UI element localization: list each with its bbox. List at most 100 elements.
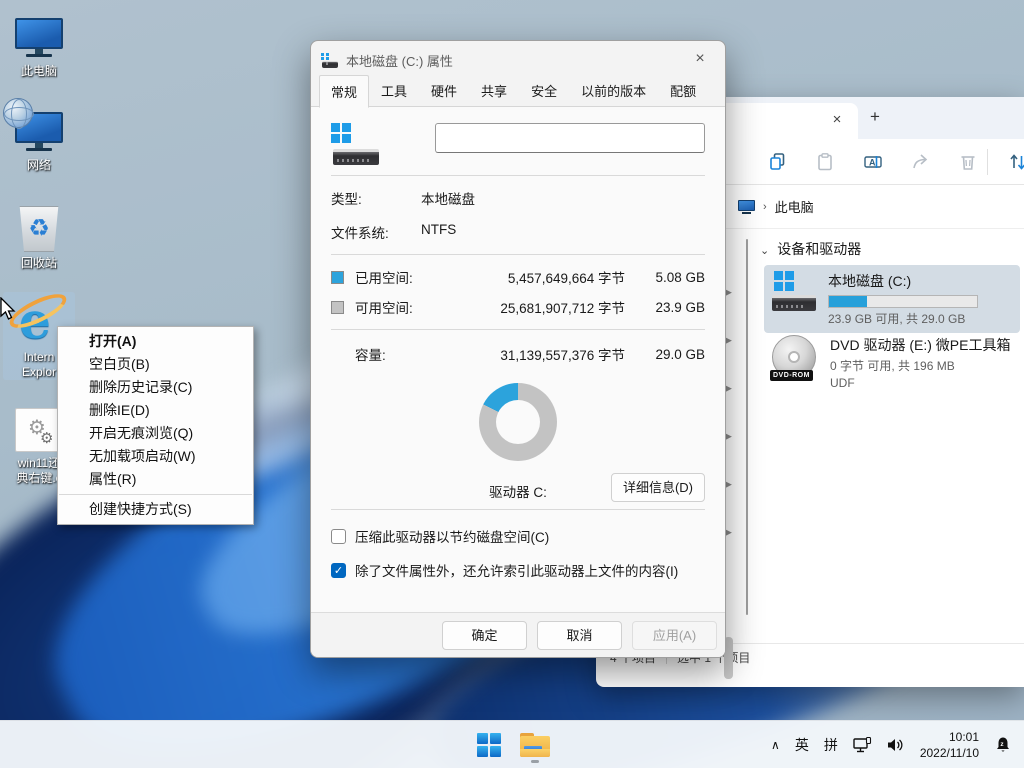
new-tab-button[interactable]: + — [864, 107, 886, 129]
desktop-icon-network[interactable]: 网络 — [3, 104, 75, 173]
general-tab-page: 类型: 本地磁盘 文件系统: NTFS 已用空间: 5,457,649,664 … — [311, 106, 725, 612]
menu-item-blank-page[interactable]: 空白页(B) — [58, 353, 253, 376]
explorer-tab[interactable]: × — [708, 103, 858, 139]
rename-icon[interactable]: A — [863, 152, 883, 172]
index-checkbox-row[interactable]: ✓ 除了文件属性外，还允许索引此驱动器上文件的内容(I) — [311, 554, 725, 586]
running-indicator — [531, 760, 539, 763]
tab-hardware[interactable]: 硬件 — [419, 75, 469, 107]
menu-item-open[interactable]: 打开(A) — [58, 330, 253, 353]
windows-logo-icon — [477, 733, 501, 757]
dialog-tab-strip: 常规 工具 硬件 共享 安全 以前的版本 配额 — [311, 79, 725, 107]
desktop-icon-recycle-bin[interactable]: ♻ 回收站 — [3, 202, 75, 271]
drive-usage-fill — [829, 296, 867, 307]
sort-icon[interactable] — [1008, 152, 1024, 172]
drive-name: 本地磁盘 (C:) — [828, 271, 978, 291]
tree-expand-icon[interactable]: ▶ — [725, 335, 732, 346]
tab-security[interactable]: 安全 — [519, 75, 569, 107]
menu-item-properties[interactable]: 属性(R) — [58, 468, 253, 491]
menu-item-no-addons[interactable]: 无加载项启动(W) — [58, 445, 253, 468]
filesystem-value: NTFS — [421, 222, 456, 242]
mouse-cursor — [0, 297, 20, 321]
menu-item-create-shortcut[interactable]: 创建快捷方式(S) — [58, 498, 253, 521]
volume-icon[interactable] — [887, 737, 905, 753]
capacity-label: 容量: — [355, 344, 455, 364]
desktop-icon-label: 此电脑 — [3, 64, 75, 79]
volume-label-input[interactable] — [435, 123, 705, 153]
drive-name: DVD 驱动器 (E:) 微PE工具箱 — [830, 335, 1010, 355]
share-icon[interactable] — [910, 152, 930, 172]
drive-caption: 0 字节 可用, 共 196 MB — [830, 357, 1010, 374]
tree-expand-icon[interactable]: ▶ — [725, 479, 732, 490]
tab-sharing[interactable]: 共享 — [469, 75, 519, 107]
this-pc-icon — [15, 18, 63, 60]
taskbar: ∧ 英 拼 10:01 2022/11/10 z — [0, 720, 1024, 768]
this-pc-icon — [738, 200, 755, 214]
dialog-title-bar[interactable]: 本地磁盘 (C:) 属性 × — [311, 41, 725, 79]
capacity-size: 29.0 GB — [639, 347, 705, 362]
menu-item-delete-history[interactable]: 删除历史记录(C) — [58, 376, 253, 399]
copy-icon[interactable] — [768, 152, 788, 172]
tab-close-icon[interactable]: × — [828, 111, 846, 129]
taskbar-file-explorer-button[interactable] — [515, 725, 555, 765]
compress-checkbox-row[interactable]: 压缩此驱动器以节约磁盘空间(C) — [311, 520, 725, 552]
tab-quota[interactable]: 配额 — [658, 75, 708, 107]
drive-large-icon — [331, 123, 379, 165]
type-label: 类型: — [331, 188, 421, 208]
tray-clock[interactable]: 10:01 2022/11/10 — [920, 729, 979, 761]
local-disk-icon — [772, 271, 816, 311]
divider — [331, 509, 705, 510]
tray-overflow-chevron-icon[interactable]: ∧ — [771, 738, 780, 752]
tab-general[interactable]: 常规 — [319, 75, 369, 108]
collapse-chevron-icon[interactable]: ⌄ — [760, 245, 769, 257]
dvd-drive-icon: DVD-ROM — [772, 335, 818, 381]
nav-pane-scrollbar[interactable] — [746, 239, 748, 615]
free-space-size: 23.9 GB — [639, 300, 705, 315]
dialog-checkbox[interactable]: ✓ — [331, 563, 346, 578]
ime-language-button[interactable]: 英 — [795, 735, 809, 755]
tree-expand-icon[interactable]: ▶ — [725, 287, 732, 298]
network-icon — [15, 112, 63, 154]
apply-button[interactable]: 应用(A) — [632, 621, 717, 650]
drive-mini-icon — [321, 53, 338, 68]
menu-item-inprivate[interactable]: 开启无痕浏览(Q) — [58, 422, 253, 445]
notification-bell-icon[interactable]: z — [994, 736, 1012, 754]
capacity-bytes: 31,139,557,376 字节 — [455, 344, 639, 364]
delete-icon[interactable] — [958, 152, 978, 172]
tree-expand-icon[interactable]: ▶ — [725, 383, 732, 394]
used-space-bytes: 5,457,649,664 字节 — [455, 267, 639, 287]
cancel-button[interactable]: 取消 — [537, 621, 622, 650]
drive-item-dvd[interactable]: DVD-ROM DVD 驱动器 (E:) 微PE工具箱 0 字节 可用, 共 1… — [764, 329, 1018, 396]
free-space-swatch — [331, 301, 344, 314]
desktop-icon-this-pc[interactable]: 此电脑 — [3, 10, 75, 79]
network-icon[interactable] — [853, 737, 872, 754]
drive-caption: 23.9 GB 可用, 共 29.0 GB — [828, 310, 978, 327]
desktop-icon-label: 回收站 — [3, 256, 75, 271]
dialog-close-icon[interactable]: × — [685, 47, 715, 73]
menu-separator — [59, 494, 252, 495]
used-space-size: 5.08 GB — [639, 270, 705, 285]
clock-time: 10:01 — [920, 729, 979, 745]
ime-mode-button[interactable]: 拼 — [824, 735, 838, 755]
tree-expand-icon[interactable]: ▶ — [725, 431, 732, 442]
ok-button[interactable]: 确定 — [442, 621, 527, 650]
menu-item-delete-ie[interactable]: 删除IE(D) — [58, 399, 253, 422]
group-header-devices[interactable]: ⌄设备和驱动器 — [760, 239, 861, 259]
dvd-rom-badge: DVD-ROM — [770, 370, 813, 381]
dialog-checkbox[interactable] — [331, 529, 346, 544]
type-value: 本地磁盘 — [421, 188, 475, 208]
drive-item-c[interactable]: 本地磁盘 (C:) 23.9 GB 可用, 共 29.0 GB — [764, 265, 1020, 333]
dialog-footer: 确定 取消 应用(A) — [311, 612, 725, 658]
breadcrumb[interactable]: 此电脑 — [775, 197, 814, 216]
free-space-bytes: 25,681,907,712 字节 — [455, 297, 639, 317]
drive-usage-bar — [828, 295, 978, 308]
paste-icon[interactable] — [815, 152, 835, 172]
tree-expand-icon[interactable]: ▶ — [725, 527, 732, 538]
details-button[interactable]: 详细信息(D) — [611, 473, 705, 502]
tab-tools[interactable]: 工具 — [369, 75, 419, 107]
tab-previous-versions[interactable]: 以前的版本 — [569, 75, 658, 107]
ie-context-menu: 打开(A) 空白页(B) 删除历史记录(C) 删除IE(D) 开启无痕浏览(Q)… — [57, 326, 254, 525]
properties-dialog: 本地磁盘 (C:) 属性 × 常规 工具 硬件 共享 安全 以前的版本 配额 类… — [310, 40, 726, 658]
start-button[interactable] — [469, 725, 509, 765]
filesystem-label: 文件系统: — [331, 222, 421, 242]
reg-file-icon: ⚙⚙ — [15, 408, 63, 452]
